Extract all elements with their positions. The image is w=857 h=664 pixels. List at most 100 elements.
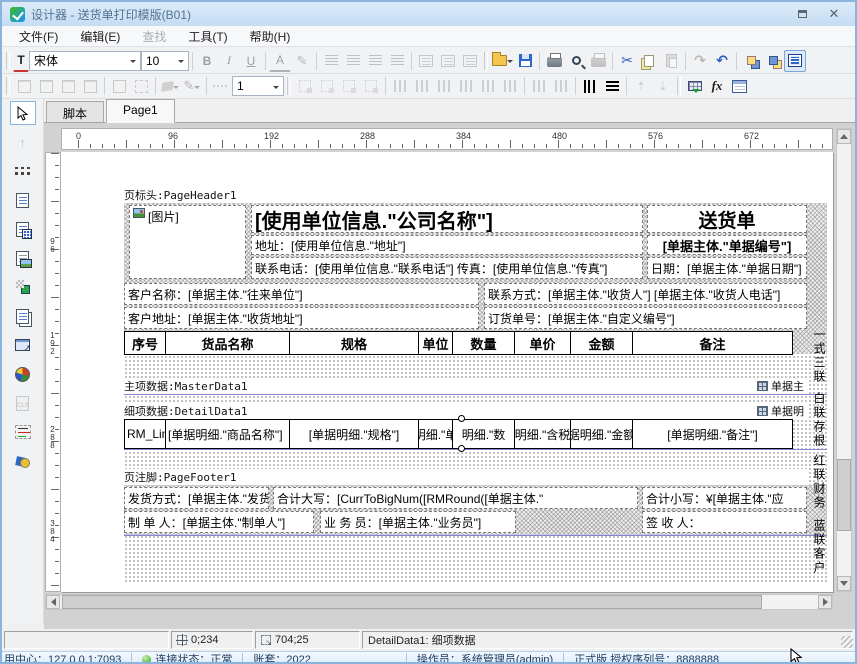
fill-color-button[interactable] bbox=[159, 75, 181, 97]
maker-element[interactable]: 制 单 人：[单据主体."制单人"] bbox=[124, 511, 314, 533]
ship-method-element[interactable]: 发货方式：[单据主体."发货方式"] bbox=[124, 487, 269, 509]
doc-date-element[interactable]: 日期：[单据主体."单据日期"] bbox=[647, 257, 807, 279]
align-tops-button[interactable] bbox=[455, 75, 477, 97]
border-none-button[interactable] bbox=[130, 75, 152, 97]
menu-file[interactable]: 文件(F) bbox=[8, 26, 69, 47]
detail-cell[interactable]: 据明细."金额 bbox=[570, 419, 633, 449]
label-tool[interactable] bbox=[10, 188, 36, 212]
detail-cell[interactable]: [单据明细."备注"] bbox=[632, 419, 793, 449]
center-horizontal-button[interactable] bbox=[579, 75, 601, 97]
resize-grip[interactable] bbox=[841, 636, 853, 648]
total-words-element[interactable]: 合计大写：[CurrToBigNum([RMRound([单据主体." bbox=[273, 487, 638, 509]
doc-title-element[interactable]: 送货单 bbox=[647, 205, 807, 233]
toolbar-grip[interactable] bbox=[6, 52, 10, 70]
address-element[interactable]: 地址：[使用单位信息."地址"] bbox=[251, 235, 643, 255]
print-button[interactable] bbox=[543, 50, 565, 72]
close-button[interactable]: ✕ bbox=[821, 6, 847, 22]
italic-button[interactable]: I bbox=[218, 50, 240, 72]
tab-page1[interactable]: Page1 bbox=[106, 99, 175, 123]
toolbar-grip[interactable] bbox=[287, 77, 291, 95]
chart-tool[interactable] bbox=[10, 362, 36, 386]
field-tool[interactable] bbox=[10, 217, 36, 241]
copy-label-element[interactable]: 白联存根 bbox=[811, 392, 828, 448]
copy-label-element[interactable]: 红联财务 bbox=[811, 454, 828, 510]
valign-bottom-button[interactable] bbox=[459, 50, 481, 72]
print-preview-button[interactable] bbox=[565, 50, 587, 72]
detail-cell[interactable]: [单据明细."商品名称"] bbox=[165, 419, 290, 449]
menu-help[interactable]: 帮助(H) bbox=[239, 26, 302, 47]
bottom-band-area[interactable] bbox=[124, 535, 827, 582]
vertical-scroll-thumb[interactable] bbox=[837, 459, 851, 531]
redo-button[interactable]: ↷ bbox=[689, 50, 711, 72]
image-tool[interactable] bbox=[10, 246, 36, 270]
customer-addr-element[interactable]: 客户地址：[单据主体."收货地址"] bbox=[124, 307, 479, 329]
align-center-button[interactable] bbox=[342, 50, 364, 72]
line-color-button[interactable]: ✎ bbox=[181, 75, 203, 97]
copy-button[interactable] bbox=[638, 50, 660, 72]
print-setup-button[interactable] bbox=[587, 50, 609, 72]
align-lefts-button[interactable] bbox=[389, 75, 411, 97]
border-left-button[interactable] bbox=[35, 75, 57, 97]
shape-tool[interactable] bbox=[10, 275, 36, 299]
col-header[interactable]: 货品名称 bbox=[165, 331, 290, 355]
nudge-up-button[interactable]: ⇡ bbox=[630, 75, 652, 97]
paste-button[interactable] bbox=[660, 50, 682, 72]
align-left-button[interactable] bbox=[320, 50, 342, 72]
col-header[interactable]: 备注 bbox=[632, 331, 793, 355]
cut-button[interactable]: ✂ bbox=[616, 50, 638, 72]
scroll-right-button[interactable] bbox=[818, 595, 832, 609]
copy-label-element[interactable]: 蓝联客户 bbox=[811, 519, 828, 575]
order-no-element[interactable]: 订货单号：[单据主体."自定义编号"] bbox=[484, 307, 807, 329]
restore-button[interactable] bbox=[789, 6, 815, 22]
align-justify-button[interactable] bbox=[386, 50, 408, 72]
border-outer-button[interactable] bbox=[13, 75, 35, 97]
horizontal-scroll-thumb[interactable] bbox=[62, 595, 762, 609]
toolbar-grip[interactable] bbox=[6, 77, 10, 95]
undo-button[interactable]: ↶ bbox=[711, 50, 733, 72]
detail-band-strip[interactable]: 细项数据:DetailData1 单据明 bbox=[124, 403, 809, 419]
field-list-button[interactable] bbox=[684, 75, 706, 97]
same-height-button[interactable] bbox=[316, 75, 338, 97]
highlight-button[interactable]: ✎ bbox=[291, 50, 313, 72]
valign-top-button[interactable] bbox=[415, 50, 437, 72]
phone-fax-element[interactable]: 联系电话：[使用单位信息."联系电话"] 传真：[使用单位信息."传真"] bbox=[251, 257, 643, 279]
footer-band-strip[interactable]: 页注脚:PageFooter1 bbox=[124, 469, 809, 485]
form-editor-button[interactable] bbox=[728, 75, 750, 97]
ole-tool[interactable] bbox=[10, 449, 36, 473]
open-button[interactable] bbox=[491, 50, 514, 72]
align-bottoms-button[interactable] bbox=[499, 75, 521, 97]
menu-edit[interactable]: 编辑(E) bbox=[69, 26, 131, 47]
horizontal-scrollbar[interactable] bbox=[45, 594, 833, 610]
menu-tools[interactable]: 工具(T) bbox=[177, 26, 238, 47]
font-family-select[interactable]: 宋体 bbox=[29, 51, 141, 71]
valign-middle-button[interactable] bbox=[437, 50, 459, 72]
save-button[interactable] bbox=[514, 50, 536, 72]
richtext-tool[interactable] bbox=[10, 304, 36, 328]
bring-to-front-button[interactable] bbox=[740, 50, 762, 72]
design-page[interactable]: 页标头:PageHeader1 [图片] [使用单位信息."公司名称"] 地址：… bbox=[61, 152, 833, 592]
data-list-button[interactable] bbox=[784, 50, 806, 72]
center-vertical-button[interactable] bbox=[601, 75, 623, 97]
underline-button[interactable]: U bbox=[240, 50, 262, 72]
copy-label-element[interactable]: 一式三联 bbox=[811, 328, 828, 384]
detail-row[interactable]: RM_Lin [单据明细."商品名称"] [单据明细."规格"] 明细."单 明… bbox=[124, 419, 793, 449]
toolbar-grip[interactable] bbox=[677, 77, 681, 95]
col-header[interactable]: 规格 bbox=[289, 331, 419, 355]
doc-no-element[interactable]: [单据主体."单据编号"] bbox=[647, 235, 807, 255]
border-all-button[interactable] bbox=[108, 75, 130, 97]
detail-cell[interactable]: [单据明细."规格"] bbox=[289, 419, 419, 449]
multiline-tool[interactable] bbox=[10, 420, 36, 444]
picture-element[interactable]: [图片] bbox=[129, 205, 246, 279]
align-middles-button[interactable] bbox=[477, 75, 499, 97]
font-color-button[interactable]: A bbox=[269, 50, 291, 72]
detail-cell[interactable]: 明细."含税 bbox=[514, 419, 571, 449]
font-size-select[interactable]: 10 bbox=[141, 51, 189, 71]
selection-handle-bottom[interactable] bbox=[458, 445, 465, 452]
hand-tool[interactable]: ↑ bbox=[10, 130, 36, 154]
col-header[interactable]: 序号 bbox=[124, 331, 166, 355]
col-header[interactable]: 金额 bbox=[570, 331, 633, 355]
detail-cell[interactable]: 明细."单 bbox=[418, 419, 453, 449]
total-amount-element[interactable]: 合计小写：¥[单据主体."应 bbox=[642, 487, 807, 509]
receiver-element[interactable]: 签 收 人： bbox=[642, 511, 807, 533]
scroll-down-button[interactable] bbox=[837, 576, 851, 591]
